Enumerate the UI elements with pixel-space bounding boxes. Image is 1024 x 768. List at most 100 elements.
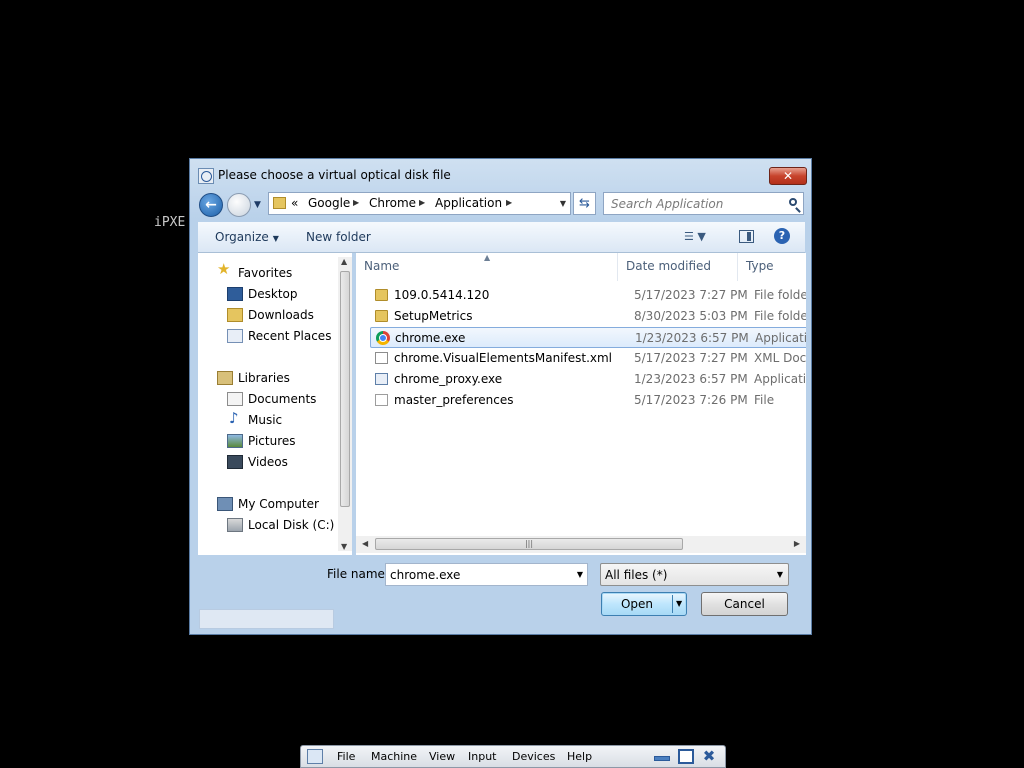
- breadcrumb-google[interactable]: Google: [308, 196, 350, 210]
- restore-icon[interactable]: [678, 749, 694, 764]
- address-bar[interactable]: « Google ▶ Chrome ▶ Application ▶ ▼: [268, 192, 571, 215]
- file-type: File folder: [754, 309, 806, 323]
- dialog-title: Please choose a virtual optical disk fil…: [218, 168, 451, 182]
- nav-libraries[interactable]: Libraries: [238, 371, 290, 385]
- file-row[interactable]: master_preferences 5/17/2023 7:26 PM File: [370, 390, 806, 411]
- nav-my-computer[interactable]: My Computer: [238, 497, 319, 511]
- title-bar[interactable]: Please choose a virtual optical disk fil…: [190, 159, 811, 192]
- file-date: 5/17/2023 7:27 PM: [634, 288, 748, 302]
- open-file-dialog: Please choose a virtual optical disk fil…: [189, 158, 812, 635]
- file-type: XML Docu: [754, 351, 806, 365]
- open-label: Open: [620, 597, 654, 611]
- organize-button[interactable]: Organize ▼: [215, 230, 279, 244]
- scroll-left-icon[interactable]: ◀: [362, 539, 368, 548]
- preview-pane-icon[interactable]: [739, 230, 754, 243]
- column-name-label: Name: [364, 259, 400, 273]
- nav-selection-highlight: [199, 609, 334, 629]
- folder-icon: [273, 197, 286, 209]
- help-icon[interactable]: ?: [774, 228, 790, 244]
- menu-help[interactable]: Help: [567, 750, 592, 763]
- nav-recent-places[interactable]: Recent Places: [248, 329, 331, 343]
- close-vm-icon[interactable]: ✖: [701, 749, 717, 764]
- open-button[interactable]: Open ▼: [601, 592, 687, 616]
- file-name-input[interactable]: chrome.exe ▼: [385, 563, 588, 586]
- search-icon[interactable]: [789, 198, 797, 206]
- file-name[interactable]: chrome_proxy.exe: [394, 369, 502, 390]
- forward-button[interactable]: [227, 193, 251, 217]
- file-name-label: File name:: [327, 567, 389, 581]
- nav-scroll-thumb[interactable]: [340, 271, 350, 507]
- address-overflow[interactable]: «: [291, 196, 298, 210]
- chrome-icon: [376, 331, 390, 345]
- file-name[interactable]: SetupMetrics: [394, 306, 473, 327]
- nav-music[interactable]: Music: [248, 413, 282, 427]
- chevron-down-icon[interactable]: ▼: [777, 570, 783, 579]
- chevron-down-icon[interactable]: ▼: [577, 570, 583, 579]
- recent-locations-dropdown[interactable]: ▼: [254, 200, 261, 210]
- back-button[interactable]: ←: [199, 193, 223, 217]
- pin-icon[interactable]: [307, 749, 323, 764]
- recent-places-icon: [227, 329, 243, 343]
- menu-machine[interactable]: Machine: [371, 750, 417, 763]
- close-button[interactable]: ✕: [769, 167, 807, 185]
- open-options-icon[interactable]: ▼: [676, 593, 682, 615]
- file-type: Application: [754, 372, 806, 386]
- file-name[interactable]: master_preferences: [394, 390, 513, 411]
- search-input[interactable]: Search Application: [603, 192, 804, 215]
- star-icon: ★: [217, 260, 231, 278]
- nav-desktop[interactable]: Desktop: [248, 287, 298, 301]
- downloads-folder-icon: [227, 308, 243, 322]
- breadcrumb-chrome[interactable]: Chrome: [369, 196, 416, 210]
- scroll-down-icon[interactable]: ▼: [341, 542, 347, 551]
- views-button[interactable]: ☰ ▼: [684, 230, 706, 243]
- file-type-select[interactable]: All files (*) ▼: [600, 563, 789, 586]
- file-date: 5/17/2023 7:27 PM: [634, 351, 748, 365]
- file-row[interactable]: chrome_proxy.exe 1/23/2023 6:57 PM Applica…: [370, 369, 806, 390]
- nav-scrollbar[interactable]: ▲ ▼: [338, 257, 352, 551]
- split-separator: [672, 595, 673, 613]
- chevron-right-icon[interactable]: ▶: [419, 198, 425, 207]
- new-folder-button[interactable]: New folder: [306, 230, 371, 244]
- nav-downloads[interactable]: Downloads: [248, 308, 314, 322]
- chevron-right-icon[interactable]: ▶: [353, 198, 359, 207]
- nav-pictures[interactable]: Pictures: [248, 434, 296, 448]
- file-row[interactable]: 109.0.5414.120 5/17/2023 7:27 PM File fold…: [370, 285, 806, 306]
- videos-icon: [227, 455, 243, 469]
- chevron-right-icon[interactable]: ▶: [506, 198, 512, 207]
- navigation-pane: ★ Favorites Desktop Downloads Recent Pla…: [198, 253, 352, 629]
- address-dropdown-icon[interactable]: ▼: [560, 199, 566, 208]
- file-row[interactable]: SetupMetrics 8/30/2023 5:03 PM File folder: [370, 306, 806, 327]
- file-icon: [375, 394, 388, 406]
- column-header-date[interactable]: Date modified: [618, 253, 738, 281]
- refresh-button[interactable]: ⇆: [573, 192, 596, 215]
- breadcrumb-application[interactable]: Application: [435, 196, 502, 210]
- file-date: 8/30/2023 5:03 PM: [634, 309, 748, 323]
- file-name-value[interactable]: chrome.exe: [390, 568, 460, 582]
- horizontal-scrollbar[interactable]: ◀ ||| ▶: [356, 536, 806, 553]
- cancel-button[interactable]: Cancel: [701, 592, 788, 616]
- file-row[interactable]: chrome.VisualElementsManifest.xml 5/17/20…: [370, 348, 806, 369]
- nav-videos[interactable]: Videos: [248, 455, 288, 469]
- file-row[interactable]: chrome.exe 1/23/2023 6:57 PM Application: [370, 327, 806, 348]
- file-name[interactable]: chrome.VisualElementsManifest.xml: [394, 348, 612, 369]
- desktop-icon: [227, 287, 243, 301]
- horizontal-scroll-thumb[interactable]: |||: [375, 538, 683, 550]
- file-name[interactable]: chrome.exe: [395, 328, 465, 349]
- column-header-type[interactable]: Type: [738, 253, 806, 281]
- file-type-value: All files (*): [605, 568, 668, 582]
- app-icon: [375, 373, 388, 385]
- command-toolbar: Organize ▼ New folder ☰ ▼ ?: [198, 222, 805, 253]
- scroll-right-icon[interactable]: ▶: [794, 539, 800, 548]
- scroll-up-icon[interactable]: ▲: [341, 257, 347, 266]
- nav-documents[interactable]: Documents: [248, 392, 316, 406]
- xml-icon: [375, 352, 388, 364]
- menu-input[interactable]: Input: [468, 750, 496, 763]
- nav-favorites[interactable]: Favorites: [238, 266, 292, 280]
- minimize-icon[interactable]: [654, 756, 670, 761]
- menu-file[interactable]: File: [337, 750, 355, 763]
- menu-devices[interactable]: Devices: [512, 750, 555, 763]
- file-name[interactable]: 109.0.5414.120: [394, 285, 489, 306]
- column-type-label: Type: [746, 259, 774, 273]
- menu-view[interactable]: View: [429, 750, 455, 763]
- nav-local-disk[interactable]: Local Disk (C:): [248, 518, 334, 532]
